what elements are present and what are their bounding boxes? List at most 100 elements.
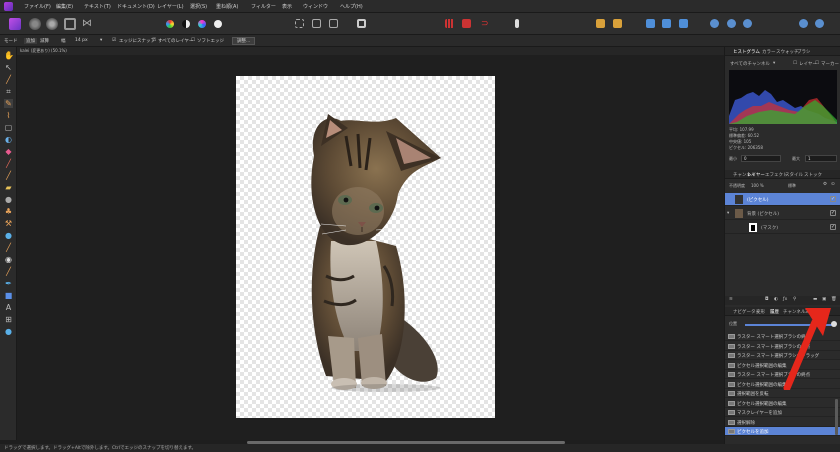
history-item[interactable]: 選択解除 — [725, 418, 840, 427]
menu-window[interactable]: ウィンドウ — [303, 3, 328, 10]
quick-mask-icon[interactable] — [357, 19, 366, 28]
liquify-persona-icon[interactable] — [29, 18, 41, 30]
flood-select-tool-icon[interactable]: ⌇ — [4, 111, 13, 120]
inpainting-tool-icon[interactable]: ⚒ — [4, 219, 13, 228]
menu-view[interactable]: 表示 — [282, 3, 292, 10]
distribute-icon[interactable] — [662, 19, 671, 28]
window-icon[interactable] — [815, 19, 824, 28]
arrange-back-icon[interactable] — [613, 19, 622, 28]
magnet-icon[interactable]: ⊃ — [481, 18, 493, 30]
menu-edit[interactable]: 編集(E) — [56, 3, 73, 10]
document-canvas[interactable] — [236, 76, 495, 418]
auto-contrast-icon[interactable] — [182, 20, 190, 28]
menu-help[interactable]: ヘルプ(H) — [340, 3, 363, 10]
menu-layer[interactable]: レイヤー(L) — [157, 3, 184, 10]
select-marquee-icon[interactable] — [295, 19, 304, 28]
tab-swatches[interactable]: スウォッチ — [776, 49, 799, 55]
history-item[interactable]: ピクセルを追加 — [725, 427, 840, 436]
tone-map-persona-icon[interactable] — [64, 18, 76, 30]
deselect-icon[interactable] — [312, 19, 321, 28]
develop-persona-icon[interactable] — [46, 18, 58, 30]
width-input[interactable]: 14 px — [75, 38, 103, 43]
pen-tool-icon[interactable]: ✒ — [4, 279, 13, 288]
menu-filter[interactable]: フィルター — [251, 3, 276, 10]
layer-lock-icon[interactable]: ⊙ — [831, 182, 835, 187]
mesh-warp-tool-icon[interactable]: ⊞ — [4, 315, 13, 324]
user-icon[interactable] — [743, 19, 752, 28]
layer-row-mask[interactable]: (マスク) ✓ — [725, 221, 840, 234]
channel-dropdown-icon[interactable]: ▾ — [773, 61, 775, 66]
snapping-icon[interactable] — [462, 19, 471, 28]
color-picker-tool-icon[interactable]: ◐ — [4, 135, 13, 144]
layer-settings-icon[interactable]: ⚙ — [823, 182, 827, 187]
dodge-tool-icon[interactable]: ● — [4, 195, 13, 204]
menu-text[interactable]: テキスト(T) — [84, 3, 111, 10]
selection-brush-tool-icon[interactable]: ✎ — [4, 99, 13, 108]
hand-tool-icon[interactable]: ✋ — [4, 51, 14, 60]
pixel-tool-icon[interactable]: ╱ — [4, 171, 13, 180]
clone-tool-icon[interactable]: ♣ — [4, 207, 13, 216]
min-input[interactable]: 0 — [741, 155, 781, 162]
shape-tool-icon[interactable]: ■ — [4, 291, 13, 300]
grid-snap-icon[interactable] — [445, 19, 454, 28]
tab-color[interactable]: カラー — [762, 49, 776, 55]
menu-select[interactable]: 選択(S) — [190, 3, 207, 10]
align-icon[interactable] — [646, 19, 655, 28]
menu-file[interactable]: ファイル(F) — [24, 3, 51, 10]
history-item[interactable]: マスクレイヤーを追加 — [725, 408, 840, 417]
opacity-input[interactable]: 100 % — [751, 183, 764, 188]
tab-transform[interactable]: 変形 — [756, 309, 765, 315]
brush-mode-icon[interactable] — [515, 19, 519, 28]
soft-edge-checkbox[interactable]: ☐ — [191, 38, 195, 43]
channel-select[interactable]: すべてのチャンネル — [730, 61, 770, 67]
red-eye-tool-icon[interactable]: ◉ — [4, 255, 13, 264]
layer-row-background[interactable]: ▾ 背景 (ピクセル) ✓ — [725, 207, 840, 220]
tab-stock[interactable]: ストック — [804, 172, 822, 178]
width-dropdown-icon[interactable]: ▾ — [100, 38, 102, 43]
tab-histogram[interactable]: ヒストグラム — [733, 49, 760, 55]
preferences-icon[interactable] — [727, 19, 736, 28]
gradient-tool-icon[interactable]: ╱ — [4, 267, 13, 276]
mode-add-button[interactable]: 追加 — [24, 38, 37, 44]
layer-stack-icon[interactable]: ≋ — [729, 297, 733, 302]
layer-visibility-checkbox[interactable]: ✓ — [830, 196, 836, 202]
assistant-icon[interactable] — [710, 19, 719, 28]
layer-row-pixel[interactable]: (ピクセル) ✓ — [725, 193, 840, 206]
blur-tool-icon[interactable]: ● — [4, 231, 13, 240]
arrange-front-icon[interactable] — [596, 19, 605, 28]
move-tool-icon[interactable]: ↖ — [4, 63, 13, 72]
erase-tool-icon[interactable]: ▰ — [4, 183, 13, 192]
smudge-tool-icon[interactable]: ╱ — [4, 243, 13, 252]
snap-edges-checkbox[interactable]: ☑ — [112, 38, 116, 43]
history-item[interactable]: 選択範囲を反転 — [725, 389, 840, 398]
paint-brush-tool-icon[interactable]: ╱ — [4, 159, 13, 168]
mode-subtract-button[interactable]: 減算 — [40, 38, 49, 44]
tab-styles[interactable]: スタイル — [785, 172, 803, 178]
auto-white-balance-icon[interactable] — [214, 20, 222, 28]
tab-brushes[interactable]: ブラシ — [797, 49, 810, 55]
refine-button[interactable]: 調整... — [232, 37, 256, 45]
auto-levels-icon[interactable] — [166, 20, 174, 28]
max-input[interactable]: 1 — [805, 155, 837, 162]
auto-colors-icon[interactable] — [198, 20, 206, 28]
history-vertical-scrollbar[interactable] — [835, 399, 838, 435]
marker-checkbox[interactable]: ☐ — [815, 61, 819, 66]
marquee-tool-icon[interactable]: ▢ — [4, 123, 13, 132]
mask-visibility-checkbox[interactable]: ✓ — [830, 224, 836, 230]
photo-persona-icon[interactable] — [9, 18, 21, 30]
menu-arrange[interactable]: 重ね順(A) — [216, 3, 238, 10]
zoom-tool-icon[interactable]: ● — [4, 327, 13, 336]
share-icon[interactable]: ⋈ — [81, 18, 93, 30]
transform-icon[interactable] — [679, 19, 688, 28]
menu-document[interactable]: ドキュメント(D) — [117, 3, 155, 10]
layer-checkbox[interactable]: ☐ — [793, 61, 797, 66]
panel-toggle-icon[interactable] — [799, 19, 808, 28]
document-tab[interactable]: kalei (変更あり) (50.1%) — [20, 48, 67, 54]
layer-visibility-checkbox[interactable]: ✓ — [830, 210, 836, 216]
tab-layers[interactable]: レイヤー — [747, 172, 765, 178]
expand-arrow-icon[interactable]: ▾ — [727, 211, 729, 216]
all-layers-checkbox[interactable]: ☐ — [152, 38, 156, 43]
text-tool-icon[interactable]: A — [4, 303, 13, 312]
view-tool-icon[interactable]: ╱ — [4, 75, 13, 84]
blend-mode-select[interactable]: 標準 — [788, 183, 796, 189]
